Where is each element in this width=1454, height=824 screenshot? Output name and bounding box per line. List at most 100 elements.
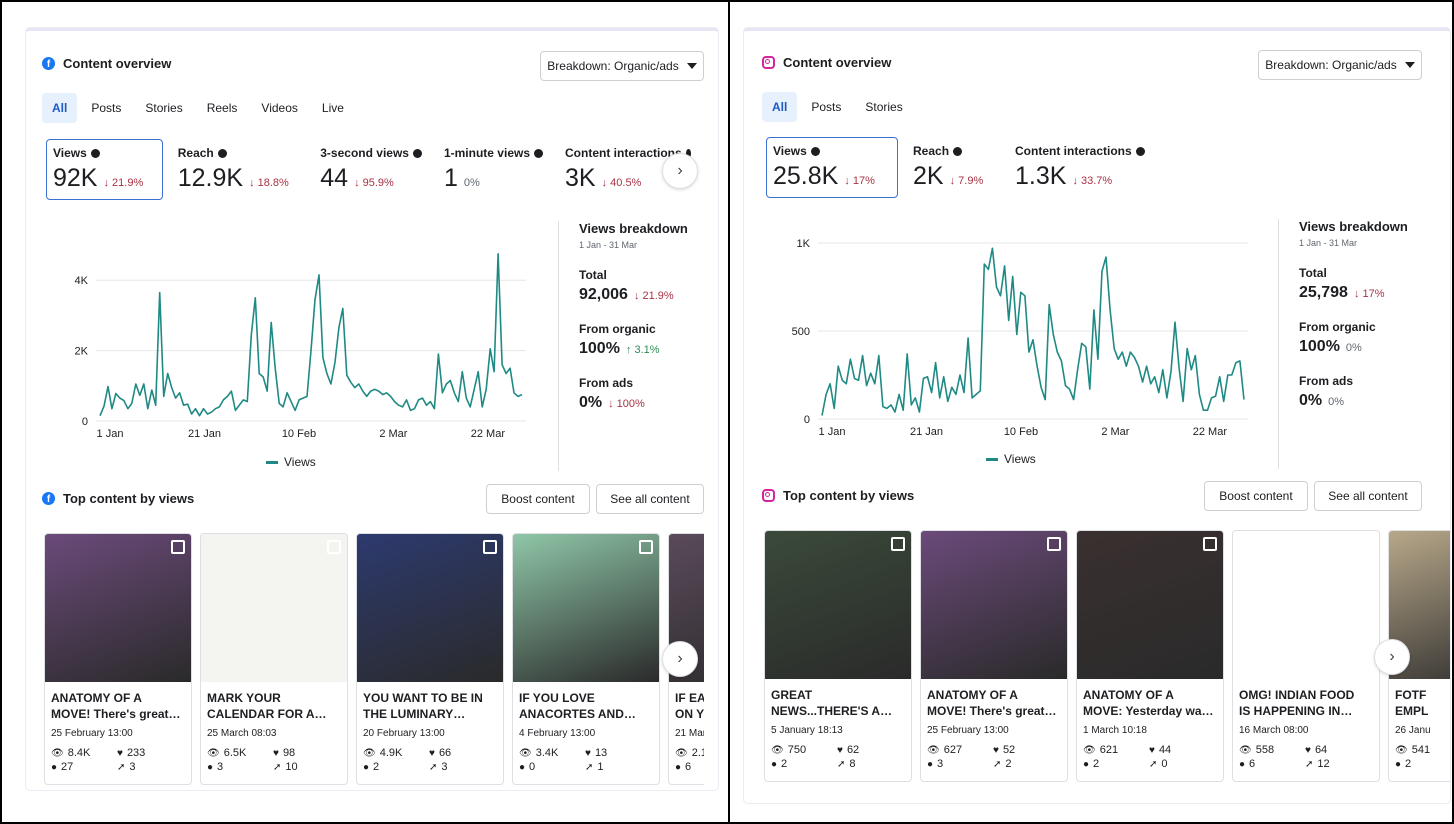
ig-see-all-content-button[interactable]: See all content [1314,481,1422,511]
stat-likes-value: 62 [846,744,860,756]
ig-content-overview-header: Content overview [762,55,891,70]
content-thumbnail [357,534,503,682]
content-tile[interactable]: GREAT NEWS...THERE'S A… 5 January 18:13 👁 7… [764,530,912,782]
chevron-right-icon: › [677,650,683,667]
fb-metric-reach[interactable]: Reach 12.9K ↓ 18.8% [171,139,306,200]
share-icon: ➚ [273,761,282,773]
ig-tab-all[interactable]: All [762,92,798,122]
content-tile[interactable]: OMG! INDIAN FOOD IS HAPPENING IN… 16 Marc… [1232,530,1380,782]
content-date: 25 February 13:00 [51,728,133,739]
content-date: 1 March 10:18 [1083,725,1147,736]
ig-content-next-button[interactable]: › [1374,639,1410,675]
ig-metric-interactions-label: Content interactions [1015,144,1132,158]
content-tile[interactable]: MARK YOUR CALENDAR FOR A… 25 March 08:03 👁… [200,533,348,785]
fb-chart-x-tick-label: 2 Mar [379,428,407,440]
content-stats: 👁 621 ♥ 44 ● 2 ➚ 0 [1077,736,1223,770]
stat-comments-value: 2 [373,761,380,773]
fb-tab-posts[interactable]: Posts [81,93,131,123]
legend-swatch [266,460,278,464]
eye-icon: 👁 [1239,744,1252,756]
ig-boost-content-button[interactable]: Boost content [1204,481,1308,511]
comment-icon: ● [207,761,214,773]
ig-content-overview-title: Content overview [783,55,892,70]
stat-shares: ➚ 8 [837,758,903,770]
ig-metric-reach[interactable]: Reach 2K ↓ 7.9% [906,137,1000,198]
fb-top-content-list: ANATOMY OF A MOVE! There's great… 25 Febr… [44,533,704,785]
fb-tab-live[interactable]: Live [312,93,354,123]
ig-chart-x-tick-label: 22 Mar [1193,426,1228,438]
fb-top-content-title: Top content by views [63,491,195,506]
ig-chart-series-views-line [821,247,1245,416]
stat-shares-value: 12 [1317,758,1330,770]
stat-views-value: 8.4K [67,747,91,759]
stat-views-value: 2.1K [691,747,704,759]
info-icon [534,148,543,158]
ig-chart-x-tick-label: 21 Jan [910,426,943,438]
stat-comments: ● 6 [675,761,704,773]
fb-metric-1m-change: 0% [463,177,480,189]
fb-tab-stories[interactable]: Stories [135,93,192,123]
fb-breakdown-dropdown[interactable]: Breakdown: Organic/ads [540,51,704,81]
comment-icon: ● [675,761,682,773]
eye-icon: 👁 [1395,744,1408,756]
ig-top-content-header: Top content by views [762,488,914,503]
fb-legend-label: Views [284,455,316,469]
share-icon: ➚ [993,758,1002,770]
eye-icon: 👁 [675,747,688,759]
media-type-icon [483,540,497,554]
share-icon: ➚ [837,758,846,770]
stat-shares-value: 1 [597,761,604,773]
ig-tab-stories[interactable]: Stories [855,92,912,122]
content-tile[interactable]: YOU WANT TO BE IN THE LUMINARY… 20 Februa… [356,533,504,785]
content-title: IF EA ON YO [675,691,704,721]
content-tile[interactable]: ANATOMY OF A MOVE! There's great… 25 Febr… [44,533,192,785]
fb-metric-1m-value: 1 [443,164,458,192]
fb-metric-1m-views[interactable]: 1-minute views 1 0% [437,139,550,200]
content-date: 25 February 13:00 [927,725,1009,736]
fb-organic-label: From organic [579,322,656,336]
ig-breakdown-dropdown[interactable]: Breakdown: Organic/ads [1258,50,1422,80]
ig-ads-label: From ads [1299,374,1354,388]
stat-likes: ♥ 98 [273,747,339,759]
stat-shares: ➚ 12 [1305,758,1371,770]
ig-metric-interactions[interactable]: Content interactions 1.3K ↓ 33.7% [1008,137,1168,198]
stat-views: 👁 3.4K [519,747,585,759]
fb-content-overview-title: Content overview [63,56,172,71]
stat-likes-value: 233 [126,747,146,759]
content-tile[interactable]: ANATOMY OF A MOVE! There's great… 25 Febr… [920,530,1068,782]
content-date: 16 March 08:00 [1239,725,1309,736]
fb-metric-views-value: 92K [53,164,98,192]
content-date: 25 March 08:03 [207,728,277,739]
share-icon: ➚ [585,761,594,773]
content-tile[interactable]: ANATOMY OF A MOVE: Yesterday wa… 1 March … [1076,530,1224,782]
fb-metric-3s-views[interactable]: 3-second views 44 ↓ 95.9% [313,139,429,200]
ig-chart-y-tick-label: 0 [804,414,810,426]
facebook-icon: f [42,57,55,70]
ig-ads-change: 0% [1328,396,1345,408]
fb-boost-content-button[interactable]: Boost content [486,484,590,514]
fb-tab-videos[interactable]: Videos [251,93,307,123]
fb-metric-interactions-change: ↓ 40.5% [601,177,642,189]
ig-tab-posts[interactable]: Posts [801,92,851,122]
stat-shares-value: 10 [285,761,298,773]
fb-tab-all[interactable]: All [42,93,78,123]
fb-metric-views[interactable]: Views 92K ↓ 21.9% [46,139,163,200]
content-tile[interactable]: IF YOU LOVE ANACORTES AND… 4 February 13:… [512,533,660,785]
fb-metric-reach-value: 12.9K [177,164,244,192]
ig-metric-views[interactable]: Views 25.8K ↓ 17% [766,137,898,198]
fb-chart-y-tick-label: 2K [75,346,89,358]
ig-views-breakdown: Views breakdown 1 Jan - 31 Mar Total 25,… [1278,219,1408,469]
content-date: 20 February 13:00 [363,728,445,739]
stat-comments-value: 2 [1093,758,1100,770]
fb-tab-reels[interactable]: Reels [197,93,248,123]
fb-breakdown-label: Breakdown: Organic/ads [547,59,679,73]
ig-metric-reach-label: Reach [913,144,950,158]
fb-see-all-content-button[interactable]: See all content [596,484,704,514]
stat-comments-value: 0 [529,761,536,773]
fb-metrics-next-button[interactable]: › [662,153,698,189]
fb-content-next-button[interactable]: › [662,641,698,677]
ig-views-line-chart: 0 500 1K 1 Jan 21 Jan 10 Feb 2 Mar 22 Mar [792,238,1248,438]
ig-breakdown-heading: Views breakdown [1299,219,1408,234]
stat-views: 👁2.1K [675,747,704,759]
stat-comments-value: 6 [1249,758,1256,770]
